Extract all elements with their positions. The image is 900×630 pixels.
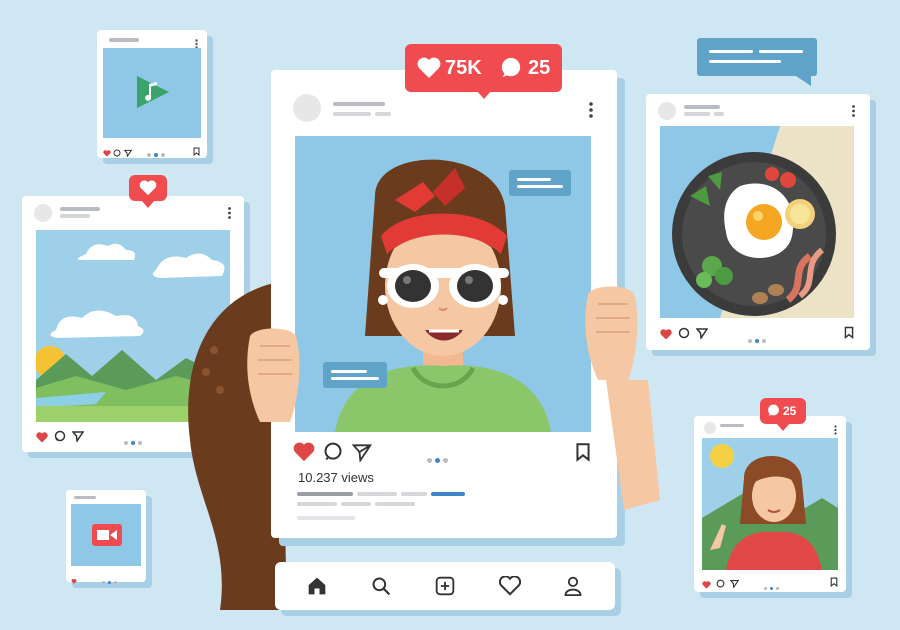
- illustration: 10.237 views 75K 25 25: [0, 0, 900, 630]
- profile-icon[interactable]: [563, 576, 583, 601]
- bookmark-icon[interactable]: [830, 574, 838, 592]
- share-icon[interactable]: [71, 429, 85, 447]
- food-post-card: [646, 94, 870, 350]
- video-post-card: [66, 490, 146, 584]
- comment-icon[interactable]: [716, 575, 725, 593]
- comment-icon[interactable]: [323, 442, 343, 467]
- main-post-card: [271, 70, 617, 538]
- carousel-dots: [124, 432, 145, 450]
- heart-icon[interactable]: [293, 442, 315, 467]
- like-count: 75K: [445, 57, 482, 79]
- message-bubble: [323, 362, 387, 388]
- avatar[interactable]: [293, 94, 321, 122]
- views-count: 10.237 views: [298, 470, 374, 485]
- share-icon[interactable]: [123, 144, 133, 162]
- kebab-menu-icon[interactable]: [195, 36, 198, 49]
- message-bubble: [509, 170, 571, 196]
- carousel-dots: [748, 330, 769, 348]
- comment-icon: [501, 57, 521, 78]
- comment-icon[interactable]: [54, 429, 66, 447]
- heart-icon[interactable]: [103, 144, 111, 162]
- character-right-hand: [585, 286, 638, 380]
- carousel-dots: [147, 144, 168, 162]
- heart-icon[interactable]: [660, 327, 672, 345]
- comment-icon[interactable]: [113, 144, 121, 162]
- selfie-post-card: [694, 416, 846, 592]
- heart-icon[interactable]: [36, 430, 48, 448]
- home-icon[interactable]: [307, 576, 327, 601]
- share-icon[interactable]: [351, 442, 373, 467]
- heart-icon[interactable]: [498, 575, 522, 601]
- carousel-dots: [427, 450, 451, 468]
- comment-count: 25: [528, 57, 551, 79]
- heart-icon[interactable]: [71, 571, 77, 589]
- comment-count: 25: [783, 404, 797, 418]
- add-icon[interactable]: [435, 576, 455, 601]
- video-camera-icon: [92, 524, 122, 551]
- avatar[interactable]: [34, 204, 52, 222]
- music-note-icon: [133, 72, 173, 117]
- character-arm: [606, 380, 660, 510]
- engagement-notification: 75K 25: [405, 44, 562, 99]
- avatar[interactable]: [704, 422, 716, 434]
- heart-icon: [417, 57, 441, 78]
- heart-icon: [139, 180, 157, 196]
- bookmark-icon[interactable]: [844, 326, 854, 344]
- comment-icon: [768, 404, 779, 416]
- carousel-dots: [764, 577, 782, 595]
- like-notification-bubble: [129, 175, 167, 208]
- avatar[interactable]: [658, 102, 676, 120]
- kebab-menu-icon[interactable]: [852, 104, 855, 122]
- comment-notification: 25: [760, 398, 806, 431]
- food-post-media[interactable]: [660, 126, 854, 318]
- heart-icon[interactable]: [702, 576, 711, 594]
- message-bubble: [697, 38, 817, 86]
- selfie-post-media[interactable]: [702, 438, 838, 570]
- character-left-hand: [247, 328, 300, 422]
- search-icon[interactable]: [371, 576, 391, 601]
- music-post-card: [97, 30, 207, 158]
- kebab-menu-icon[interactable]: [589, 102, 593, 123]
- comment-icon[interactable]: [678, 326, 690, 344]
- kebab-menu-icon[interactable]: [228, 206, 231, 224]
- share-icon[interactable]: [695, 326, 709, 344]
- bookmark-icon[interactable]: [193, 143, 200, 161]
- share-icon[interactable]: [729, 575, 740, 593]
- bookmark-icon[interactable]: [575, 442, 591, 467]
- bottom-nav-bar: [275, 562, 615, 610]
- carousel-dots: [102, 571, 120, 589]
